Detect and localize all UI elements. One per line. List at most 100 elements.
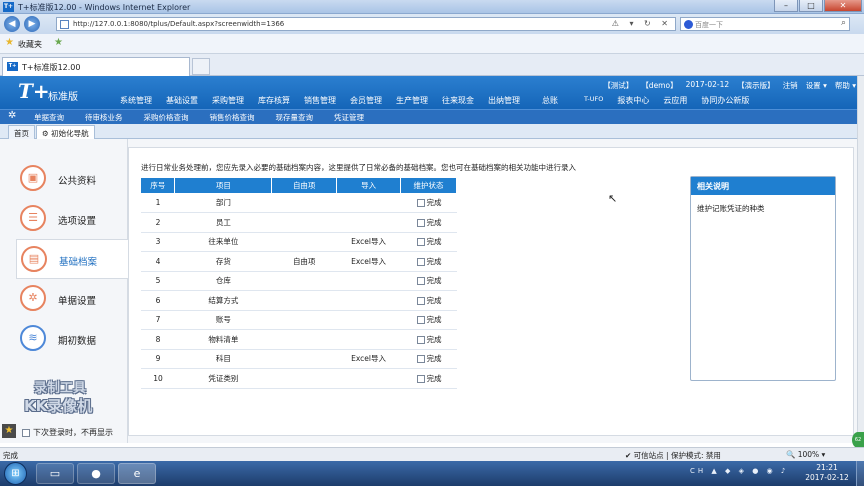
no-show-next-checkbox[interactable]: 下次登录时，不再显示	[22, 427, 113, 438]
row-import[interactable]	[336, 329, 401, 350]
row-status[interactable]: 完成	[400, 310, 457, 330]
row-item-link[interactable]: 物料清单	[174, 329, 272, 350]
module-collab[interactable]: 协同办公	[701, 95, 733, 106]
settings-menu[interactable]: 设置 ▾	[806, 80, 827, 91]
logout-link[interactable]: 注销	[783, 80, 798, 91]
module-cloud[interactable]: 云应用	[663, 95, 687, 106]
row-item-link[interactable]: 存货	[174, 251, 272, 272]
module-sales[interactable]: 销售管理	[304, 95, 336, 106]
tab-init-guide[interactable]: ⚙ 初始化导航	[36, 125, 95, 139]
row-item-link[interactable]: 科目	[174, 349, 272, 369]
row-import[interactable]	[336, 310, 401, 330]
row-item-link[interactable]: 凭证类别	[174, 368, 272, 389]
quick-sales-price[interactable]: 销售价格查询	[210, 112, 255, 123]
module-inventory[interactable]: 库存核算	[258, 95, 290, 106]
sidebar-item-public-data[interactable]: ▣ 公共资料	[16, 159, 128, 199]
system-tray-icons[interactable]: CH ▲ ◆ ◈ ● ◉ ♪	[690, 467, 788, 475]
status-checkbox[interactable]	[416, 257, 425, 266]
row-status[interactable]: 完成	[400, 329, 457, 350]
quick-purchase-price[interactable]: 采购价格查询	[144, 112, 189, 123]
row-status[interactable]: 完成	[400, 232, 457, 252]
star-icon[interactable]: ★	[2, 424, 16, 438]
address-input[interactable]: http://127.0.0.1:8080/tplus/Default.aspx…	[56, 17, 676, 31]
security-zone[interactable]: ✔ 可信站点 | 保护模式: 禁用	[625, 450, 721, 461]
quick-pending-review[interactable]: 待审核业务	[85, 112, 123, 123]
sidebar-item-basic-files[interactable]: ▤ 基础档案	[16, 239, 129, 279]
row-status[interactable]: 完成	[400, 349, 457, 369]
row-status[interactable]: 完成	[400, 368, 457, 389]
row-item-link[interactable]: 部门	[174, 193, 272, 213]
row-import[interactable]	[336, 271, 401, 291]
row-item-link[interactable]: 仓库	[174, 271, 272, 291]
module-basic-settings[interactable]: 基础设置	[166, 95, 198, 106]
minimize-button[interactable]: –	[774, 0, 798, 12]
module-production[interactable]: 生产管理	[396, 95, 428, 106]
module-tufo[interactable]: T-UFO	[584, 95, 603, 106]
quick-stock-query[interactable]: 现存量查询	[276, 112, 314, 123]
row-item-link[interactable]: 结算方式	[174, 290, 272, 311]
module-system[interactable]: 系统管理	[120, 95, 152, 106]
status-checkbox[interactable]	[416, 218, 425, 227]
row-import[interactable]	[336, 212, 401, 233]
status-checkbox[interactable]	[416, 238, 425, 247]
module-cashier[interactable]: 出纳管理	[488, 95, 520, 106]
sidebar-item-doc-settings[interactable]: ✲ 单据设置	[16, 279, 128, 319]
status-checkbox[interactable]	[416, 335, 425, 344]
status-checkbox[interactable]	[416, 355, 425, 364]
show-desktop-button[interactable]	[856, 461, 864, 486]
gear-icon[interactable]: ✲	[8, 110, 16, 121]
taskbar-clock[interactable]: 21:21 2017-02-12	[802, 463, 852, 483]
maximize-button[interactable]: □	[799, 0, 823, 12]
status-checkbox[interactable]	[416, 199, 425, 207]
ie-taskbar-icon[interactable]: e	[118, 463, 156, 484]
favorites-label[interactable]: 收藏夹	[18, 39, 42, 50]
row-import[interactable]	[336, 368, 401, 389]
address-tools-icon[interactable]: ⚠ ▾ ↻ ✕	[612, 19, 672, 28]
row-item-link[interactable]: 往来单位	[174, 232, 272, 252]
search-box[interactable]: 百度一下 ⌕	[680, 17, 850, 31]
new-tab-button[interactable]	[192, 58, 210, 75]
start-button[interactable]: ⊞	[4, 462, 27, 485]
page-scrollbar[interactable]	[857, 76, 864, 443]
row-item-link[interactable]: 员工	[174, 212, 272, 233]
row-status[interactable]: 完成	[400, 251, 457, 272]
row-status[interactable]: 完成	[400, 212, 457, 233]
module-purchase[interactable]: 采购管理	[212, 95, 244, 106]
module-ledger[interactable]: 总账	[542, 95, 558, 106]
sidebar-item-opening-data[interactable]: ≋ 期初数据	[16, 319, 128, 359]
status-checkbox[interactable]	[416, 316, 425, 325]
close-button[interactable]: ✕	[824, 0, 862, 12]
row-status[interactable]: 完成	[400, 193, 457, 213]
recorder-taskbar-icon[interactable]: ●	[77, 463, 115, 484]
checkbox[interactable]	[22, 428, 30, 437]
row-import[interactable]: Excel导入	[336, 251, 401, 272]
row-status[interactable]: 完成	[400, 290, 457, 311]
tab-home[interactable]: 首页	[8, 125, 35, 139]
zoom-level[interactable]: 🔍 100% ▾	[786, 450, 825, 459]
row-import[interactable]: Excel导入	[336, 349, 401, 369]
module-reports[interactable]: 报表中心	[617, 95, 649, 106]
back-button[interactable]: ◀	[4, 16, 20, 32]
sidebar-item-options[interactable]: ☰ 选项设置	[16, 199, 128, 239]
favorites-star-icon[interactable]: ★	[5, 37, 14, 48]
browser-tab[interactable]: T+ T+标准版12.00	[2, 57, 190, 76]
row-import[interactable]	[336, 193, 401, 213]
row-status[interactable]: 完成	[400, 271, 457, 291]
floating-assistant-icon[interactable]: 62	[852, 432, 864, 448]
row-free[interactable]: 自由项	[271, 251, 337, 272]
explorer-taskbar-icon[interactable]: ▭	[36, 463, 74, 484]
row-import[interactable]	[336, 290, 401, 311]
row-item-link[interactable]: 账号	[174, 310, 272, 330]
status-checkbox[interactable]	[416, 296, 425, 305]
quick-voucher[interactable]: 凭证管理	[334, 112, 364, 123]
forward-button[interactable]: ▶	[24, 16, 40, 32]
search-icon[interactable]: ⌕	[841, 18, 846, 28]
help-menu[interactable]: 帮助 ▾	[835, 80, 856, 91]
module-member[interactable]: 会员管理	[350, 95, 382, 106]
row-import[interactable]: Excel导入	[336, 232, 401, 252]
status-checkbox[interactable]	[416, 374, 425, 383]
quick-doc-query[interactable]: 单据查询	[34, 112, 64, 123]
add-favorite-icon[interactable]: ★	[54, 37, 63, 48]
module-ar-ap[interactable]: 往来现金	[442, 95, 474, 106]
status-checkbox[interactable]	[416, 277, 425, 286]
